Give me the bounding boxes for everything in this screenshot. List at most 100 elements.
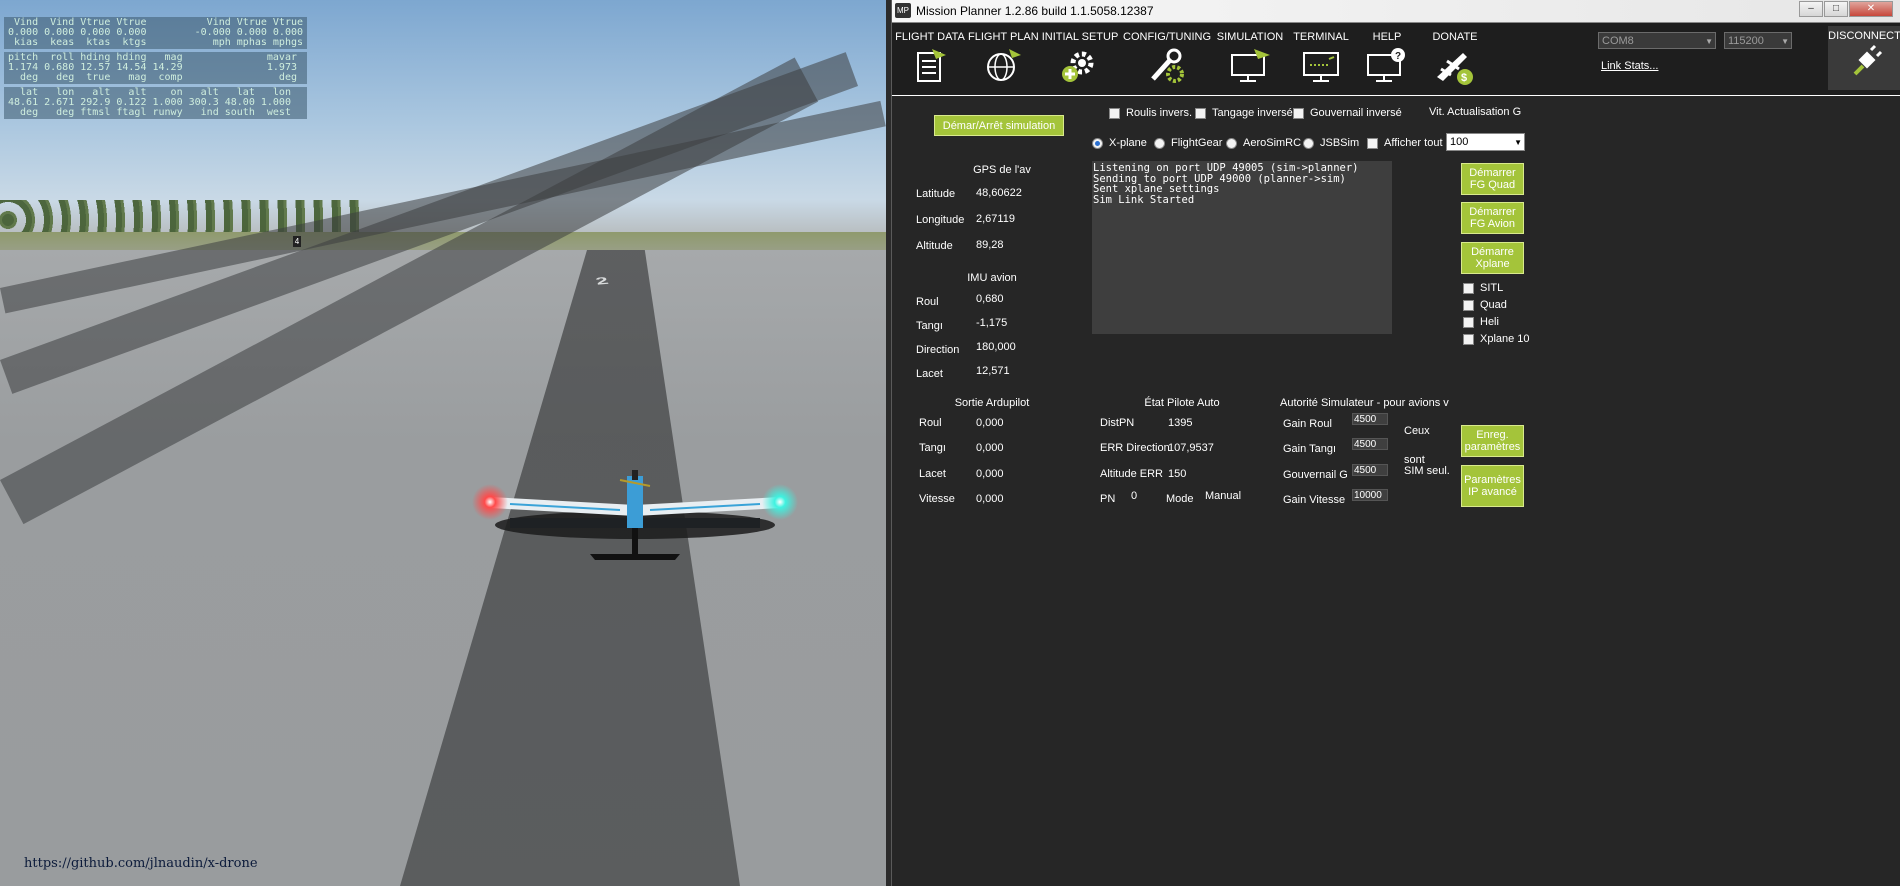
imu-roll-label: Roul bbox=[916, 296, 939, 308]
out-yaw-label: Lacet bbox=[919, 468, 946, 480]
speed-gain-input[interactable]: 10000 bbox=[1352, 489, 1388, 501]
title-bar: MP Mission Planner 1.2.86 build 1.1.5058… bbox=[892, 0, 1900, 23]
pitch-gain-input[interactable]: 4500 bbox=[1352, 438, 1388, 450]
radio-xplane-label: X-plane bbox=[1109, 137, 1147, 149]
log-line: Listening on port UDP 49005 (sim->planne… bbox=[1093, 162, 1359, 174]
start-stop-simulation-button[interactable]: Démar/Arrêt simulation bbox=[934, 115, 1064, 136]
sim-only-note: Ceux bbox=[1404, 425, 1430, 437]
out-roll-label: Roul bbox=[919, 417, 942, 429]
imu-heading-label: Direction bbox=[916, 344, 960, 356]
alt-err-value: 150 bbox=[1168, 468, 1187, 480]
radio-flightgear[interactable] bbox=[1154, 138, 1165, 149]
simulation-panel: Démar/Arrêt simulation Roulis invers. Ta… bbox=[892, 96, 1900, 886]
menu-config-tuning[interactable]: CONFIG/TUNING bbox=[1122, 23, 1212, 93]
ardupilot-output-title: Sortie Ardupilot bbox=[954, 397, 1030, 409]
update-rate-label: Vit. Actualisation G bbox=[1429, 106, 1522, 118]
gps-lat-label: Latitude bbox=[916, 188, 956, 200]
out-yaw-value: 0,000 bbox=[976, 468, 1004, 480]
menu-label: FLIGHT PLAN bbox=[968, 31, 1039, 43]
radio-aerosimrc[interactable] bbox=[1226, 138, 1237, 149]
imu-yaw-label: Lacet bbox=[916, 368, 943, 380]
mission-planner-window: MP Mission Planner 1.2.86 build 1.1.5058… bbox=[891, 0, 1900, 886]
svg-text:$: $ bbox=[1461, 72, 1467, 84]
sitl-label: SITL bbox=[1480, 282, 1504, 294]
log-line: Sent xplane settings bbox=[1093, 183, 1220, 195]
link-stats-link[interactable]: Link Stats... bbox=[1601, 60, 1658, 72]
simulation-icon bbox=[1231, 49, 1270, 82]
roll-invert-label: Roulis invers. bbox=[1126, 107, 1193, 119]
rudder-invert-label: Gouvernail inversé bbox=[1310, 107, 1402, 119]
update-rate-select[interactable]: 100 ▼ bbox=[1446, 133, 1525, 151]
menu-label: INITIAL SETUP bbox=[1041, 31, 1119, 43]
wp-value: 0 bbox=[1131, 490, 1138, 502]
roll-gain-input[interactable]: 4500 bbox=[1352, 413, 1388, 425]
radio-jsbsim[interactable] bbox=[1303, 138, 1314, 149]
rudder-invert-checkbox[interactable] bbox=[1293, 108, 1304, 119]
imu-pitch-label: Tangı bbox=[916, 320, 943, 332]
gps-alt-label: Altitude bbox=[916, 240, 953, 252]
chevron-down-icon: ▼ bbox=[1514, 138, 1522, 147]
advanced-ip-params-button[interactable]: Paramètres IP avancé bbox=[1461, 465, 1524, 507]
imu-yaw-value: 12,571 bbox=[976, 365, 1010, 377]
rudder-gain-input[interactable]: 4500 bbox=[1352, 464, 1388, 476]
plug-icon bbox=[1853, 44, 1882, 76]
sim-log-console[interactable]: Listening on port UDP 49005 (sim->planne… bbox=[1092, 161, 1392, 334]
sim-authority-title: Autorité Simulateur - pour avions v bbox=[1280, 397, 1449, 409]
log-line: Sim Link Started bbox=[1093, 193, 1195, 206]
imu-section-title: IMU avion bbox=[967, 272, 1017, 284]
menu-label: FLIGHT DATA bbox=[895, 31, 965, 43]
radio-xplane[interactable] bbox=[1092, 138, 1103, 149]
radio-flightgear-label: FlightGear bbox=[1171, 137, 1223, 149]
github-url-watermark: https://github.com/jlnaudin/x-drone bbox=[24, 856, 258, 871]
com-port-select[interactable]: COM8 ▼ bbox=[1598, 32, 1716, 49]
pitch-invert-checkbox[interactable] bbox=[1195, 108, 1206, 119]
flight-plan-icon bbox=[987, 49, 1021, 81]
menu-terminal[interactable]: TERMINAL bbox=[1288, 23, 1354, 93]
disconnect-button[interactable]: DISCONNECT bbox=[1828, 26, 1900, 90]
quad-checkbox[interactable] bbox=[1463, 300, 1474, 311]
gps-alt-value: 89,28 bbox=[976, 239, 1004, 251]
start-fg-quad-button[interactable]: Démarrer FG Quad bbox=[1461, 163, 1524, 195]
menu-help[interactable]: HELP ? bbox=[1354, 23, 1420, 93]
xplane10-label: Xplane 10 bbox=[1480, 333, 1530, 345]
dist-wp-label: DistPN bbox=[1100, 417, 1135, 429]
hud-text: deg deg true mag comp deg bbox=[8, 72, 297, 83]
config-tuning-icon bbox=[1151, 48, 1184, 83]
start-xplane-button[interactable]: Démarre Xplane bbox=[1461, 242, 1524, 274]
com-port-value: COM8 bbox=[1602, 35, 1634, 47]
out-speed-label: Vitesse bbox=[919, 493, 955, 505]
rudder-gain-label: Gouvernail G bbox=[1283, 469, 1348, 481]
autopilot-state-title: État Pilote Auto bbox=[1144, 397, 1220, 409]
menu-flight-plan[interactable]: FLIGHT PLAN bbox=[968, 23, 1039, 93]
close-icon[interactable]: ✕ bbox=[1849, 1, 1893, 17]
wp-label: PN bbox=[1100, 493, 1116, 505]
aircraft-model bbox=[472, 470, 798, 560]
donate-icon: $ bbox=[1437, 53, 1473, 85]
heli-checkbox[interactable] bbox=[1463, 317, 1474, 328]
gps-section-title: GPS de l'av bbox=[973, 164, 1031, 176]
menu-flight-data[interactable]: FLIGHT DATA bbox=[892, 23, 968, 93]
help-icon: ? bbox=[1367, 48, 1405, 82]
radio-jsbsim-label: JSBSim bbox=[1320, 137, 1360, 149]
out-roll-value: 0,000 bbox=[976, 417, 1004, 429]
menu-donate[interactable]: DONATE $ bbox=[1420, 23, 1490, 93]
start-fg-avion-button[interactable]: Démarrer FG Avion bbox=[1461, 202, 1524, 234]
pitch-gain-label: Gain Tangı bbox=[1283, 443, 1337, 455]
baud-rate-select[interactable]: 115200 ▼ bbox=[1724, 32, 1792, 49]
show-all-checkbox[interactable] bbox=[1367, 138, 1378, 149]
gps-lat-value: 48,60622 bbox=[976, 187, 1022, 199]
menu-simulation[interactable]: SIMULATION bbox=[1212, 23, 1288, 93]
mode-value: Manual bbox=[1205, 490, 1242, 502]
maximize-icon[interactable]: □ bbox=[1824, 1, 1848, 17]
xplane10-checkbox[interactable] bbox=[1463, 334, 1474, 345]
menu-initial-setup[interactable]: INITIAL SETUP bbox=[1038, 23, 1122, 93]
roll-invert-checkbox[interactable] bbox=[1109, 108, 1120, 119]
roll-gain-label: Gain Roul bbox=[1283, 418, 1332, 430]
save-params-button[interactable]: Enreg. paramètres bbox=[1461, 425, 1524, 457]
minimize-icon[interactable]: – bbox=[1799, 1, 1823, 17]
gps-lon-value: 2,67119 bbox=[976, 213, 1015, 225]
sim-only-note: SIM seul. bbox=[1404, 465, 1450, 477]
show-all-label: Afficher tout bbox=[1384, 137, 1443, 149]
sitl-checkbox[interactable] bbox=[1463, 283, 1474, 294]
hud-text: deg deg ftmsl ftagl runwy ind south west bbox=[8, 107, 291, 118]
